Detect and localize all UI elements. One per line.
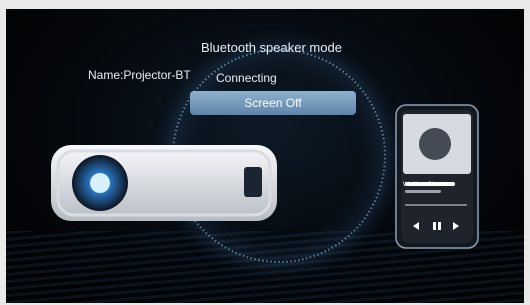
mode-title: Bluetooth speaker mode [201,40,342,55]
connection-status: Connecting [216,71,277,85]
projection-screen: Bluetooth speaker mode Name:Projector-BT… [6,9,524,303]
phone-song-title: We Your Ghost [403,182,444,188]
device-name-label: Name:Projector-BT [88,68,191,82]
photo-frame: Bluetooth speaker mode Name:Projector-BT… [0,0,530,305]
projector-image [51,145,277,221]
phone-image [395,104,479,249]
screen-off-button[interactable]: Screen Off [190,91,356,115]
